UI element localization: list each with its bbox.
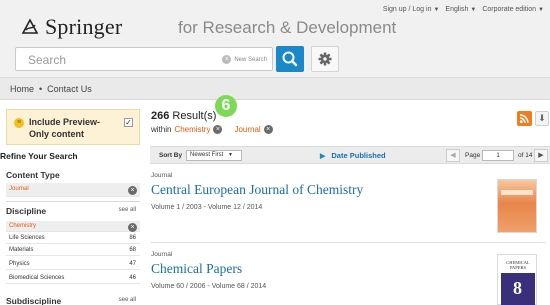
springer-logo-icon (21, 18, 39, 34)
rss-icon (519, 114, 529, 124)
facet-chemistry[interactable]: Chemistry × (6, 221, 140, 232)
discipline-heading: Discipline see all (6, 206, 136, 216)
preview-checkbox[interactable]: ✓ (124, 118, 133, 127)
breadcrumb-contact[interactable]: Contact Us (47, 84, 92, 94)
remove-filter-icon[interactable]: × (128, 222, 137, 232)
filter-chip-journal: Journal (234, 125, 261, 134)
preview-icon: ≡ (14, 118, 24, 128)
search-icon (282, 51, 298, 67)
breadcrumb-home[interactable]: Home (10, 84, 34, 94)
search-button[interactable] (276, 46, 304, 72)
result-title-link[interactable]: Central European Journal of Chemistry (151, 182, 546, 198)
settings-button[interactable] (311, 46, 339, 72)
rss-button[interactable] (517, 111, 532, 126)
gear-icon (318, 52, 332, 66)
chevron-down-icon: ▼ (228, 152, 233, 158)
remove-filter-icon[interactable]: × (263, 125, 273, 134)
result-type: Journal (151, 172, 173, 179)
preview-only-toggle[interactable]: ≡ Include Preview-Only content ✓ (6, 109, 140, 145)
remove-filter-icon[interactable]: × (128, 185, 137, 195)
active-filters: within Chemistry × Journal × (151, 125, 273, 134)
facet-materials[interactable]: Materials 68 (6, 245, 140, 256)
header: Springer for Research & Development Sign… (0, 0, 550, 78)
date-published-toggle[interactable]: ▶ Date Published (320, 151, 386, 160)
cover-number: 8 (513, 278, 522, 298)
download-icon: ⬇ (538, 113, 546, 123)
triangle-right-icon: ▶ (320, 153, 326, 160)
chevron-down-icon: ▼ (433, 7, 440, 13)
filter-chip-chemistry: Chemistry (174, 125, 211, 134)
subdiscipline-heading: Subdiscipline see all (6, 296, 136, 305)
page-number-input[interactable]: 1 (482, 150, 514, 161)
content-type-heading: Content Type (6, 170, 60, 180)
breadcrumb: Home • Contact Us (0, 78, 550, 100)
result-item: Journal Central European Journal of Chem… (151, 172, 546, 211)
download-button[interactable]: ⬇ (535, 111, 549, 126)
page-total: of 14 (518, 152, 533, 159)
facet-divider (6, 201, 140, 202)
tagline: for Research & Development (178, 18, 397, 37)
logo-text: Springer (45, 14, 123, 39)
arrow-left-icon: ◀ (450, 152, 456, 159)
cover-art: 8 (501, 273, 535, 305)
new-search-button[interactable]: × New Search (222, 55, 267, 64)
preview-label: Include Preview-Only content (29, 117, 101, 139)
search-placeholder: Search (28, 53, 67, 67)
facet-biomedical-sciences[interactable]: Biomedical Sciences 46 (6, 273, 140, 284)
result-divider (151, 242, 546, 243)
sort-by-label: Sort By (159, 152, 183, 159)
chevron-down-icon: ▼ (470, 7, 477, 13)
page-label: Page (465, 152, 481, 159)
breadcrumb-separator: • (39, 83, 43, 94)
journal-cover-image[interactable]: CHEMICAL PAPERS 8 (497, 254, 537, 305)
cover-band (501, 190, 533, 195)
refine-title: Refine Your Search (0, 151, 78, 161)
sort-bar: Sort By Newest First ▼ ▶ Date Published ◀… (150, 146, 550, 164)
language-link[interactable]: English ▼ (445, 6, 476, 13)
discipline-see-all[interactable]: see all (119, 207, 136, 213)
results-count: 266 Result(s) (151, 110, 217, 122)
facet-physics[interactable]: Physics 47 (6, 259, 140, 270)
subdiscipline-see-all[interactable]: see all (119, 297, 136, 303)
result-type: Journal (151, 251, 173, 258)
springer-logo[interactable]: Springer (20, 14, 122, 40)
sign-in-link[interactable]: Sign up / Log in ▼ (383, 6, 440, 13)
facet-life-sciences[interactable]: Life Sciences 86 (6, 233, 140, 244)
journal-cover-image[interactable] (497, 179, 537, 233)
remove-filter-icon[interactable]: × (213, 125, 223, 134)
facet-journal[interactable]: Journal × (6, 183, 140, 197)
step-badge: 6 (215, 95, 237, 117)
chevron-down-icon: ▼ (538, 7, 544, 13)
previous-page-button[interactable]: ◀ (446, 149, 460, 162)
result-volume: Volume 60 / 2006 - Volume 68 / 2014 (151, 283, 267, 290)
result-volume: Volume 1 / 2003 - Volume 12 / 2014 (151, 204, 263, 211)
top-links: Sign up / Log in ▼ English ▼ Corporate edi… (383, 6, 544, 13)
corporate-edition-link[interactable]: Corporate edition ▼ (482, 6, 544, 13)
result-item: Journal Chemical Papers Volume 60 / 2006… (151, 251, 546, 290)
arrow-right-icon: ▶ (538, 152, 544, 159)
cover-title: CHEMICAL PAPERS (506, 260, 530, 270)
search-input[interactable]: Search × New Search (15, 47, 273, 71)
result-title-link[interactable]: Chemical Papers (151, 261, 546, 277)
clear-icon: × (222, 55, 232, 64)
next-page-button[interactable]: ▶ (534, 149, 548, 162)
sort-select[interactable]: Newest First ▼ (186, 150, 242, 161)
